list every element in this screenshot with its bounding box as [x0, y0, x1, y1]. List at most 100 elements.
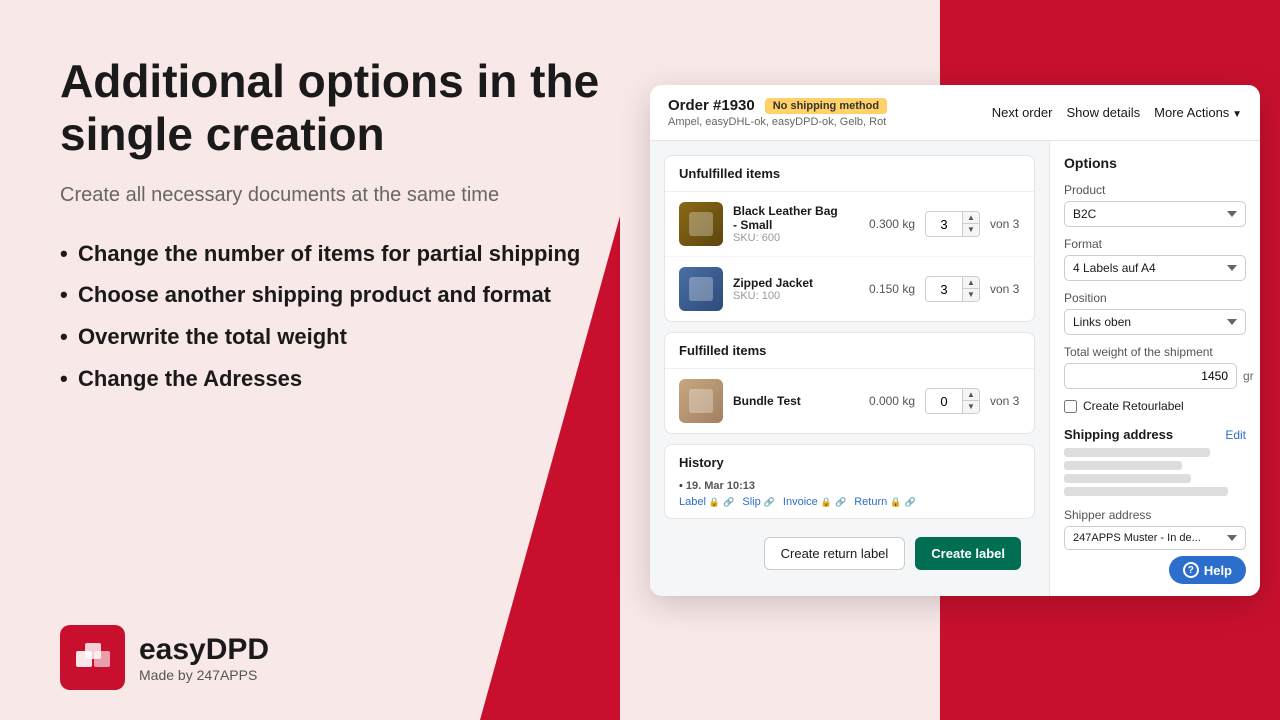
item-weight: 0.300 kg — [855, 217, 915, 231]
help-circle-icon: ? — [1183, 562, 1199, 578]
product-select[interactable]: B2C — [1064, 201, 1246, 227]
format-label: Format — [1064, 237, 1246, 251]
return-text: Return — [854, 496, 887, 508]
shipping-address-header: Shipping address Edit — [1064, 427, 1246, 442]
table-row: Bundle Test 0.000 kg ▲ ▼ von 3 — [665, 369, 1034, 433]
weight-row: gr — [1064, 363, 1246, 389]
item-von: von 3 — [990, 217, 1020, 231]
addr-line-2 — [1064, 461, 1182, 470]
logo-tagline: Made by 247APPS — [139, 667, 269, 683]
qty-arrows: ▲ ▼ — [962, 389, 979, 413]
shipping-address-content — [1064, 448, 1246, 496]
item-name: Black Leather Bag - Small — [733, 204, 845, 232]
return-link-icon: 🔒 — [890, 497, 901, 508]
history-date: 19. Mar 10:13 — [686, 480, 755, 492]
history-link-label[interactable]: Label 🔒 🔗 — [679, 496, 734, 508]
shipping-address-title: Shipping address — [1064, 427, 1173, 442]
bullet-item-1: Change the number of items for partial s… — [60, 239, 630, 269]
link-icon: 🔒 — [709, 497, 720, 508]
qty-down-arrow[interactable]: ▼ — [963, 289, 979, 301]
item-name: Zipped Jacket — [733, 276, 845, 290]
ui-panel: Order #1930 No shipping method Ampel, ea… — [650, 85, 1260, 596]
slip-link-icon: 🔗 — [764, 497, 775, 508]
logo-area: easyDPD Made by 247APPS — [60, 625, 269, 690]
history-title: History — [679, 455, 1020, 470]
shipping-badge: No shipping method — [765, 98, 887, 114]
help-label: Help — [1204, 563, 1232, 578]
quantity-control[interactable]: ▲ ▼ — [925, 276, 980, 302]
item-info-bag: Black Leather Bag - Small SKU: 600 — [733, 204, 845, 244]
create-label-button[interactable]: Create label — [915, 537, 1021, 570]
weight-option: Total weight of the shipment gr — [1064, 345, 1246, 389]
history-section: History • 19. Mar 10:13 Label 🔒 🔗 Slip 🔗 — [664, 444, 1035, 519]
history-entry: • 19. Mar 10:13 — [679, 478, 1020, 492]
fulfilled-header: Fulfilled items — [665, 333, 1034, 369]
bullet-list: Change the number of items for partial s… — [60, 239, 630, 394]
quantity-input[interactable] — [926, 214, 962, 235]
weight-unit: gr — [1243, 369, 1254, 383]
position-select[interactable]: Links oben — [1064, 309, 1246, 335]
qty-up-arrow[interactable]: ▲ — [963, 212, 979, 224]
bullet-item-4: Change the Adresses — [60, 364, 630, 394]
item-info-jacket: Zipped Jacket SKU: 100 — [733, 276, 845, 302]
return-label-checkbox-label: Create Retourlabel — [1083, 399, 1184, 413]
return-label-option: Create Retourlabel — [1064, 399, 1246, 413]
shipping-address-edit-link[interactable]: Edit — [1225, 428, 1246, 442]
slip-text: Slip — [742, 496, 760, 508]
left-section: Unfulfilled items Black Leather Bag - Sm… — [650, 141, 1050, 596]
shipper-address-section: Shipper address 247APPS Muster - In de..… — [1064, 508, 1246, 550]
item-image-bag — [679, 202, 723, 246]
weight-input[interactable] — [1064, 363, 1237, 389]
quantity-control[interactable]: ▲ ▼ — [925, 388, 980, 414]
more-actions-button[interactable]: More Actions — [1154, 105, 1242, 120]
order-actions: Next order Show details More Actions — [992, 105, 1242, 120]
shipper-select[interactable]: 247APPS Muster - In de... — [1064, 526, 1246, 550]
format-select[interactable]: 4 Labels auf A4 — [1064, 255, 1246, 281]
qty-down-arrow[interactable]: ▼ — [963, 224, 979, 236]
logo-text: easyDPD Made by 247APPS — [139, 633, 269, 683]
item-name: Bundle Test — [733, 394, 845, 408]
item-image-bundle — [679, 379, 723, 423]
chain-icon: 🔗 — [723, 497, 734, 508]
table-row: Zipped Jacket SKU: 100 0.150 kg ▲ ▼ von … — [665, 257, 1034, 321]
logo-icon — [72, 637, 114, 679]
product-label: Product — [1064, 183, 1246, 197]
addr-line-3 — [1064, 474, 1191, 483]
item-weight: 0.000 kg — [855, 394, 915, 408]
quantity-input[interactable] — [926, 279, 962, 300]
main-content: Unfulfilled items Black Leather Bag - Sm… — [650, 141, 1260, 596]
options-title: Options — [1064, 155, 1246, 171]
create-return-button[interactable]: Create return label — [764, 537, 906, 570]
show-details-button[interactable]: Show details — [1066, 105, 1140, 120]
order-header-info: Order #1930 No shipping method — [668, 97, 887, 114]
bullet-item-3: Overwrite the total weight — [60, 322, 630, 352]
item-von: von 3 — [990, 394, 1020, 408]
order-tags: Ampel, easyDHL-ok, easyDPD-ok, Gelb, Rot — [668, 116, 887, 128]
qty-down-arrow[interactable]: ▼ — [963, 401, 979, 413]
next-order-button[interactable]: Next order — [992, 105, 1053, 120]
action-buttons: Create return label Create label — [664, 529, 1035, 582]
item-von: von 3 — [990, 282, 1020, 296]
item-weight: 0.150 kg — [855, 282, 915, 296]
return-label-checkbox[interactable] — [1064, 400, 1077, 413]
weight-label: Total weight of the shipment — [1064, 345, 1246, 359]
history-link-return[interactable]: Return 🔒 🔗 — [854, 496, 915, 508]
qty-up-arrow[interactable]: ▲ — [963, 389, 979, 401]
qty-arrows: ▲ ▼ — [962, 277, 979, 301]
help-button[interactable]: ? Help — [1169, 556, 1246, 584]
quantity-input[interactable] — [926, 391, 962, 412]
order-header-left: Order #1930 No shipping method Ampel, ea… — [668, 97, 887, 128]
invoice-link-icon: 🔒 — [821, 497, 832, 508]
order-number: Order #1930 — [668, 97, 755, 114]
item-sku: SKU: 600 — [733, 232, 845, 244]
table-row: Black Leather Bag - Small SKU: 600 0.300… — [665, 192, 1034, 257]
unfulfilled-header: Unfulfilled items — [665, 156, 1034, 192]
history-link-slip[interactable]: Slip 🔗 — [742, 496, 775, 508]
qty-up-arrow[interactable]: ▲ — [963, 277, 979, 289]
position-label: Position — [1064, 291, 1246, 305]
label-text: Label — [679, 496, 706, 508]
invoice-chain-icon: 🔗 — [835, 497, 846, 508]
item-info-bundle: Bundle Test — [733, 394, 845, 408]
quantity-control[interactable]: ▲ ▼ — [925, 211, 980, 237]
history-link-invoice[interactable]: Invoice 🔒 🔗 — [783, 496, 846, 508]
